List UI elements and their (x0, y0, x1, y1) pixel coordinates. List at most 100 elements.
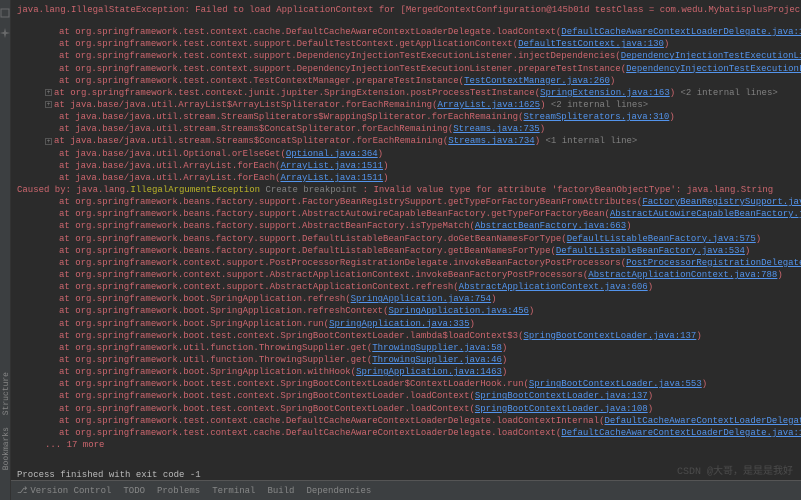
stack-frame: at java.base/java.util.ArrayList.forEach… (17, 172, 801, 184)
frame-method: org.springframework.beans.factory.suppor… (75, 246, 550, 256)
stack-more: ... 17 more (17, 439, 801, 451)
stack-frame: at org.springframework.context.support.P… (17, 257, 801, 269)
source-link[interactable]: ThrowingSupplier.java:58 (372, 343, 502, 353)
source-link[interactable]: FactoryBeanRegistrySupport.java:86 (642, 197, 801, 207)
source-link[interactable]: ArrayList.java:1511 (280, 161, 383, 171)
frame-method: org.springframework.context.support.Abst… (75, 270, 583, 280)
frame-method: org.springframework.boot.test.context.Sp… (75, 331, 518, 341)
source-link[interactable]: PostProcessorRegistrationDelegate.java:1… (626, 258, 801, 268)
frame-method: org.springframework.boot.SpringApplicati… (75, 319, 323, 329)
watermark-text: CSDN @大哥，是是是我好 (677, 462, 793, 478)
stack-frame: at org.springframework.test.context.cach… (17, 26, 801, 38)
frame-method: java.base/java.util.Optional.orElseGet (75, 149, 280, 159)
fold-summary[interactable]: <1 internal line> (546, 136, 638, 146)
source-link[interactable]: ThrowingSupplier.java:46 (372, 355, 502, 365)
frame-at: at (54, 88, 70, 98)
frame-at: at (59, 379, 75, 389)
source-link[interactable]: ArrayList.java:1625 (437, 100, 540, 110)
bookmarks-tab[interactable]: Bookmarks (0, 421, 13, 476)
stack-frame: +at org.springframework.test.context.jun… (17, 87, 801, 99)
stack-frame: at org.springframework.beans.factory.sup… (17, 196, 801, 208)
source-link[interactable]: Optional.java:364 (286, 149, 378, 159)
create-breakpoint-link[interactable]: Create breakpoint (265, 185, 357, 195)
branch-icon: ⎇ (17, 486, 27, 496)
frame-at: at (54, 100, 70, 110)
source-link[interactable]: DefaultCacheAwareContextLoaderDelegate.j… (561, 428, 801, 438)
stack-frame: at org.springframework.test.context.supp… (17, 50, 801, 62)
frame-at: at (59, 258, 75, 268)
terminal-tab[interactable]: Terminal (212, 486, 255, 496)
source-link[interactable]: SpringApplication.java:754 (351, 294, 491, 304)
frame-at: at (59, 319, 75, 329)
source-link[interactable]: DefaultTestContext.java:130 (518, 39, 664, 49)
stack-frame: +at java.base/java.util.stream.Streams$C… (17, 135, 801, 147)
console-output: java.lang.IllegalStateException: Failed … (11, 0, 801, 480)
exception-msg: : Failed to load ApplicationContext for … (184, 5, 801, 15)
frame-at: at (54, 136, 70, 146)
source-link[interactable]: SpringBootContextLoader.java:137 (523, 331, 696, 341)
frame-at: at (59, 27, 75, 37)
source-link[interactable]: SpringApplication.java:1463 (356, 367, 502, 377)
stack-frame: at org.springframework.beans.factory.sup… (17, 208, 801, 220)
source-link[interactable]: StreamSpliterators.java:310 (523, 112, 669, 122)
frame-method: org.springframework.boot.SpringApplicati… (75, 306, 383, 316)
frame-at: at (59, 331, 75, 341)
tool-window-gutter: Structure Bookmarks (0, 0, 11, 500)
source-link[interactable]: DefaultCacheAwareContextLoaderDelegate.j… (605, 416, 801, 426)
build-tab[interactable]: Build (267, 486, 294, 496)
frame-method: org.springframework.boot.test.context.Sp… (75, 391, 469, 401)
source-link[interactable]: Streams.java:734 (448, 136, 534, 146)
source-link[interactable]: DefaultListableBeanFactory.java:534 (556, 246, 745, 256)
stack-frame: at java.base/java.util.Optional.orElseGe… (17, 148, 801, 160)
source-link[interactable]: AbstractApplicationContext.java:788 (588, 270, 777, 280)
source-link[interactable]: SpringApplication.java:335 (329, 319, 469, 329)
source-link[interactable]: SpringApplication.java:456 (388, 306, 528, 316)
source-link[interactable]: DefaultCacheAwareContextLoaderDelegate.j… (561, 27, 801, 37)
source-link[interactable]: Streams.java:735 (453, 124, 539, 134)
stack-frame: at java.base/java.util.ArrayList.forEach… (17, 160, 801, 172)
source-link[interactable]: SpringBootContextLoader.java:553 (529, 379, 702, 389)
frame-at: at (59, 343, 75, 353)
dependencies-tab[interactable]: Dependencies (306, 486, 371, 496)
source-link[interactable]: SpringBootContextLoader.java:108 (475, 404, 648, 414)
version-control-tab[interactable]: ⎇ Version Control (17, 486, 111, 496)
source-link[interactable]: AbstractAutowireCapableBeanFactory.java:… (610, 209, 801, 219)
source-link[interactable]: AbstractApplicationContext.java:606 (459, 282, 648, 292)
source-link[interactable]: AbstractBeanFactory.java:663 (475, 221, 626, 231)
frame-at: at (59, 149, 75, 159)
caused-by-msg: : Invalid value type for attribute 'fact… (357, 185, 773, 195)
frame-at: at (59, 209, 75, 219)
source-link[interactable]: DependencyInjectionTestExecutionListener… (626, 64, 801, 74)
stack-frame: +at java.base/java.util.ArrayList$ArrayL… (17, 99, 801, 111)
structure-tab[interactable]: Structure (0, 366, 13, 421)
source-link[interactable]: DefaultListableBeanFactory.java:575 (567, 234, 756, 244)
gutter-icon[interactable] (0, 8, 10, 18)
fold-icon[interactable]: + (45, 138, 52, 145)
status-bar: ⎇ Version Control TODO Problems Terminal… (11, 480, 801, 500)
fold-icon[interactable]: + (45, 89, 52, 96)
frame-method: java.base/java.util.ArrayList.forEach (75, 161, 275, 171)
frame-method: org.springframework.beans.factory.suppor… (75, 197, 637, 207)
problems-tab[interactable]: Problems (157, 486, 200, 496)
source-link[interactable]: TestContextManager.java:260 (464, 76, 610, 86)
stack-frame: at org.springframework.util.function.Thr… (17, 354, 801, 366)
stack-frame: at java.base/java.util.stream.StreamSpli… (17, 111, 801, 123)
source-link[interactable]: ArrayList.java:1511 (280, 173, 383, 183)
frame-method: org.springframework.test.context.junit.j… (70, 88, 534, 98)
frame-method: org.springframework.test.context.cache.D… (75, 428, 556, 438)
frame-method: org.springframework.test.context.TestCon… (75, 76, 458, 86)
source-link[interactable]: DependencyInjectionTestExecutionListener… (621, 51, 801, 61)
fold-summary[interactable]: <2 internal lines> (681, 88, 778, 98)
pin-icon[interactable] (0, 28, 10, 38)
todo-tab[interactable]: TODO (123, 486, 145, 496)
stack-frame: at org.springframework.boot.SpringApplic… (17, 318, 801, 330)
stack-frame: at org.springframework.context.support.A… (17, 281, 801, 293)
source-link[interactable]: SpringExtension.java:163 (540, 88, 670, 98)
frame-at: at (59, 161, 75, 171)
frame-at: at (59, 221, 75, 231)
source-link[interactable]: SpringBootContextLoader.java:137 (475, 391, 648, 401)
fold-icon[interactable]: + (45, 101, 52, 108)
stack-frame: at org.springframework.beans.factory.sup… (17, 233, 801, 245)
stack-frame: at org.springframework.util.function.Thr… (17, 342, 801, 354)
fold-summary[interactable]: <2 internal lines> (551, 100, 648, 110)
